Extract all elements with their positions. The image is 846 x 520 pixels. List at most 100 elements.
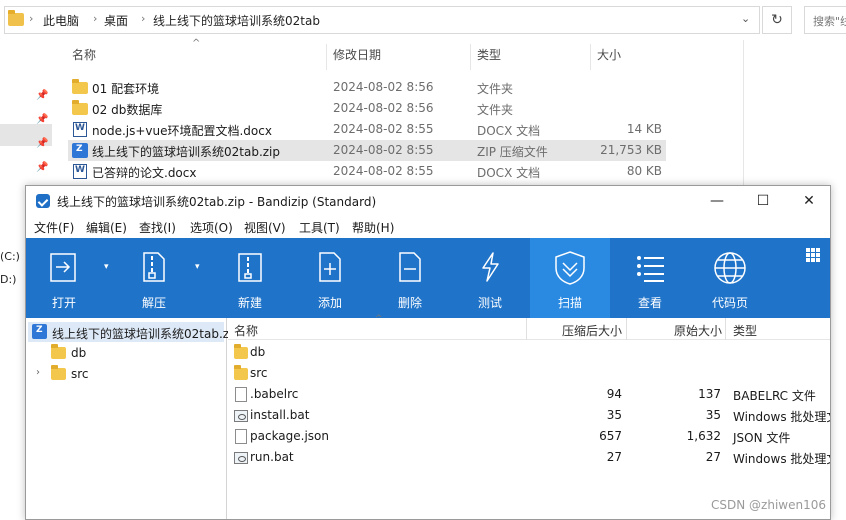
column-header-name[interactable]: 名称 [234,322,258,339]
column-divider[interactable] [590,44,591,70]
menu-find[interactable]: 查找(I) [139,219,176,236]
view-list-icon [637,256,664,282]
pin-icon[interactable]: 📌 [36,114,48,125]
scan-button[interactable]: 扫描 [530,238,610,318]
scan-label: 扫描 [557,296,582,310]
pin-icon[interactable]: 📌 [36,162,48,173]
entry-compressed-size: 657 [599,429,622,443]
entry-compressed-size: 27 [606,450,622,464]
file-size: 21,753 KB [600,143,662,157]
file-date: 2024-08-02 8:55 [333,122,434,136]
menu-view[interactable]: 视图(V) [244,219,286,236]
bandizip-app-icon [36,194,50,208]
close-icon: ✕ [803,193,815,209]
window-title: 线上线下的篮球培训系统02tab.zip - Bandizip (Standar… [57,195,377,209]
entry-name: run.bat [250,450,294,464]
archive-row[interactable]: install.bat 35 35 Windows 批处理文件 [228,405,830,426]
file-type: DOCX 文档 [477,124,541,138]
column-header-type[interactable]: 类型 [477,46,501,68]
toolbar: 打开 ▾ 解压 ▾ 新建 添加 删除 测试 扫描 查看 代码页 [26,238,830,318]
entry-name: install.bat [250,408,310,422]
delete-icon [399,252,421,282]
open-button[interactable]: 打开 [26,238,102,318]
tree-root-item[interactable]: 线上线下的篮球培训系统02tab.zip [28,322,240,342]
file-row[interactable]: 01 配套环境 2024-08-02 8:56 文件夹 [68,77,666,98]
chevron-right-icon: › [29,12,34,25]
search-input[interactable]: 搜索"线 [804,6,846,34]
breadcrumb-current-folder[interactable]: 线上线下的篮球培训系统02tab [153,12,320,29]
entry-type: Windows 批处理文件 [733,410,830,424]
view-button[interactable]: 查看 [612,238,688,318]
file-icon [235,429,247,444]
expand-chevron-icon[interactable]: › [36,367,40,378]
file-name: 线上线下的篮球培训系统02tab.zip [92,145,281,159]
column-header-name[interactable]: 名称 [72,46,96,68]
add-icon [319,252,341,282]
test-button[interactable]: 测试 [452,238,528,318]
column-header-original-size[interactable]: 原始大小 [674,322,722,339]
column-divider[interactable] [626,318,627,340]
column-header-size[interactable]: 大小 [597,46,621,68]
open-dropdown-arrow[interactable]: ▾ [104,262,109,272]
entry-compressed-size: 35 [606,408,622,422]
new-archive-label: 新建 [237,296,262,310]
column-header-date[interactable]: 修改日期 [333,46,381,68]
column-divider[interactable] [526,318,527,340]
extract-icon [143,252,165,282]
pin-icon[interactable]: 📌 [36,90,48,101]
csdn-watermark: CSDN @zhiwen106 [711,498,826,512]
folder-icon [8,10,24,26]
drive-d-label[interactable]: D:) [0,273,16,286]
delete-button[interactable]: 删除 [372,238,448,318]
drive-c-label[interactable]: (C:) [0,250,20,263]
column-divider[interactable] [326,44,327,70]
entry-name: .babelrc [250,387,299,401]
menu-help[interactable]: 帮助(H) [352,219,394,236]
menu-options[interactable]: 选项(O) [190,219,233,236]
entry-type: JSON 文件 [733,431,791,445]
title-bar[interactable]: 线上线下的篮球培训系统02tab.zip - Bandizip (Standar… [26,186,830,216]
pin-icon[interactable]: 📌 [36,138,48,149]
bandizip-window: 线上线下的篮球培训系统02tab.zip - Bandizip (Standar… [25,185,831,520]
archive-row[interactable]: .babelrc 94 137 BABELRC 文件 [228,384,830,405]
extract-dropdown-arrow[interactable]: ▾ [195,262,200,272]
archive-row[interactable]: src [228,363,830,384]
minimize-button[interactable]: — [694,186,740,216]
file-row[interactable]: 02 db数据库 2024-08-02 8:56 文件夹 [68,98,666,119]
archive-tree-pane: 线上线下的篮球培训系统02tab.zip db › src [26,318,240,519]
column-header-compressed-size[interactable]: 压缩后大小 [562,322,622,339]
chevron-down-icon[interactable]: ⌄ [741,12,750,25]
breadcrumb-this-pc[interactable]: 此电脑 [43,12,79,29]
archive-row[interactable]: run.bat 27 27 Windows 批处理文件 [228,447,830,468]
column-divider[interactable] [725,318,726,340]
menu-edit[interactable]: 编辑(E) [86,219,127,236]
codepage-button[interactable]: 代码页 [692,238,768,318]
entry-name: src [250,366,268,380]
extract-button[interactable]: 解压 [116,238,192,318]
sort-ascending-icon: ^ [192,38,201,49]
column-header-type[interactable]: 类型 [733,322,757,339]
add-button[interactable]: 添加 [292,238,368,318]
close-button[interactable]: ✕ [786,186,830,216]
archive-row[interactable]: package.json 657 1,632 JSON 文件 [228,426,830,447]
file-row-selected[interactable]: 线上线下的篮球培训系统02tab.zip 2024-08-02 8:55 ZIP… [68,140,666,161]
file-row[interactable]: 已答辩的论文.docx 2024-08-02 8:55 DOCX 文档 80 K… [68,161,666,182]
file-type: DOCX 文档 [477,166,541,180]
new-archive-button[interactable]: 新建 [212,238,288,318]
scan-shield-icon [555,251,585,285]
address-bar[interactable]: › 此电脑 › 桌面 › 线上线下的篮球培训系统02tab ⌄ [4,6,760,34]
layout-grid-icon[interactable] [806,248,820,262]
breadcrumb-desktop[interactable]: 桌面 [104,12,128,29]
folder-icon [51,365,66,380]
archive-row[interactable]: db [228,342,830,363]
menu-file[interactable]: 文件(F) [34,219,74,236]
column-divider[interactable] [470,44,471,70]
refresh-button[interactable]: ↻ [762,6,792,34]
maximize-button[interactable]: ☐ [740,186,786,216]
file-row[interactable]: node.js+vue环境配置文档.docx 2024-08-02 8:55 D… [68,119,666,140]
menu-tools[interactable]: 工具(T) [299,219,340,236]
test-icon [482,252,499,282]
file-date: 2024-08-02 8:55 [333,143,434,157]
file-name: 01 配套环境 [92,82,160,96]
word-doc-icon [73,122,87,137]
